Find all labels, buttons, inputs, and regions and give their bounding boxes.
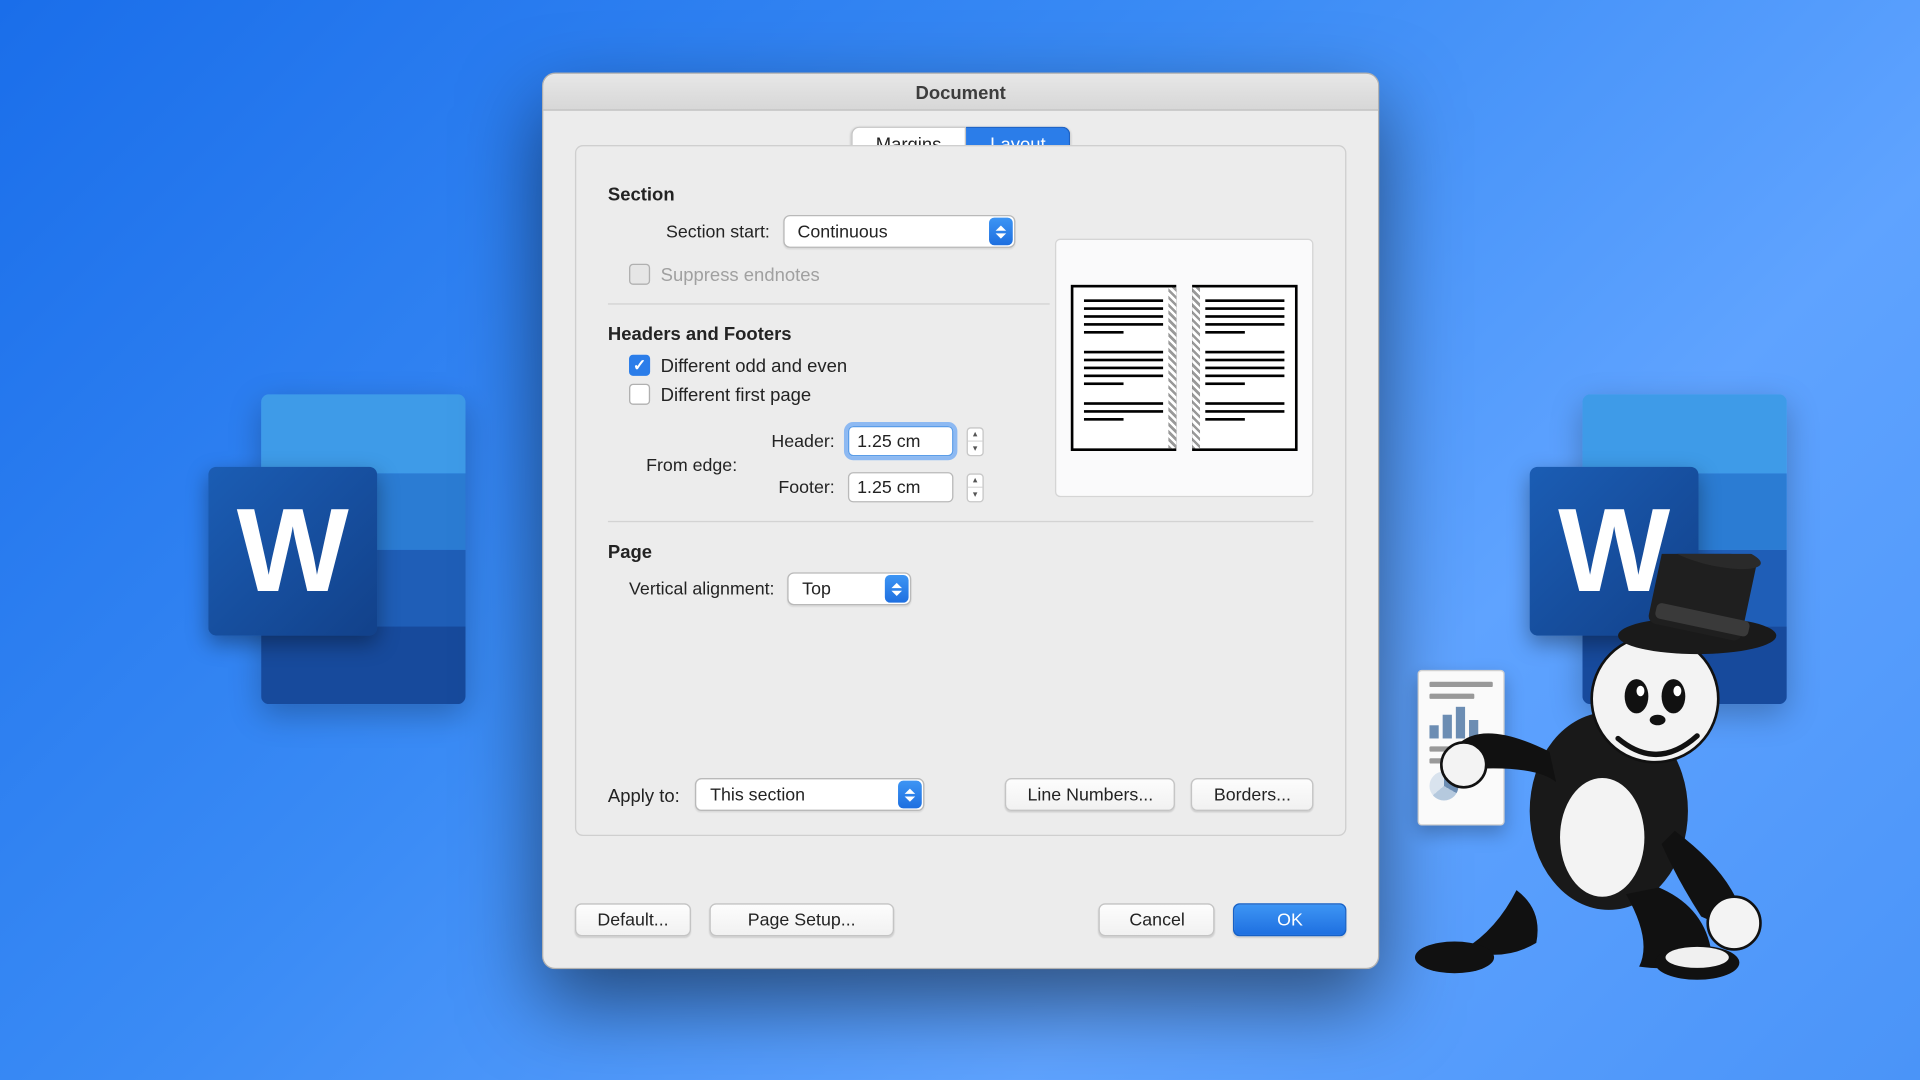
dialog-title: Document bbox=[543, 74, 1378, 111]
chevron-updown-icon bbox=[885, 575, 909, 603]
footer-stepper[interactable]: ▴▾ bbox=[967, 473, 984, 502]
section-start-value: Continuous bbox=[798, 222, 888, 242]
chevron-updown-icon bbox=[989, 218, 1013, 246]
different-first-page-checkbox[interactable] bbox=[629, 384, 650, 405]
binding-indicator-icon bbox=[1168, 287, 1176, 448]
apply-to-value: This section bbox=[710, 785, 805, 805]
document-dialog: Document Margins Layout Section Section … bbox=[542, 73, 1379, 970]
default-button[interactable]: Default... bbox=[575, 903, 691, 936]
from-edge-label: From edge: bbox=[646, 455, 737, 475]
binding-indicator-icon bbox=[1192, 287, 1200, 448]
word-icon: W bbox=[208, 394, 465, 704]
footer-input[interactable]: 1.25 cm bbox=[848, 472, 953, 502]
header-stepper[interactable]: ▴▾ bbox=[967, 427, 984, 456]
apply-to-select[interactable]: This section bbox=[696, 778, 925, 811]
header-label: Header: bbox=[756, 431, 835, 451]
vertical-alignment-value: Top bbox=[802, 579, 831, 599]
ok-button[interactable]: OK bbox=[1234, 903, 1347, 936]
line-numbers-button[interactable]: Line Numbers... bbox=[1005, 778, 1176, 811]
suppress-endnotes-checkbox bbox=[629, 264, 650, 285]
borders-button[interactable]: Borders... bbox=[1191, 778, 1313, 811]
page-setup-button[interactable]: Page Setup... bbox=[710, 903, 894, 936]
footer-label: Footer: bbox=[756, 477, 835, 497]
dialog-footer: Default... Page Setup... Cancel OK bbox=[575, 903, 1346, 936]
different-odd-even-checkbox[interactable] bbox=[629, 355, 650, 376]
page-preview bbox=[1055, 239, 1313, 497]
apply-to-label: Apply to: bbox=[608, 784, 680, 805]
vertical-alignment-label: Vertical alignment: bbox=[629, 579, 774, 599]
section-start-label: Section start: bbox=[666, 222, 770, 242]
different-odd-even-label: Different odd and even bbox=[661, 355, 847, 376]
section-heading: Section bbox=[608, 183, 1314, 204]
section-start-select[interactable]: Continuous bbox=[783, 215, 1015, 248]
different-first-page-label: Different first page bbox=[661, 384, 812, 405]
page-heading: Page bbox=[608, 541, 1314, 562]
preview-page-right bbox=[1192, 285, 1297, 451]
cancel-button[interactable]: Cancel bbox=[1099, 903, 1215, 936]
preview-page-left bbox=[1071, 285, 1176, 451]
vertical-alignment-select[interactable]: Top bbox=[788, 572, 912, 605]
layout-panel: Section Section start: Continuous Suppre… bbox=[575, 145, 1346, 836]
header-input[interactable]: 1.25 cm bbox=[848, 426, 953, 456]
panel-bottom-row: Apply to: This section Line Numbers... B… bbox=[608, 778, 1314, 811]
suppress-endnotes-label: Suppress endnotes bbox=[661, 264, 820, 285]
mascot-character bbox=[1391, 554, 1853, 1002]
chevron-updown-icon bbox=[899, 781, 923, 809]
